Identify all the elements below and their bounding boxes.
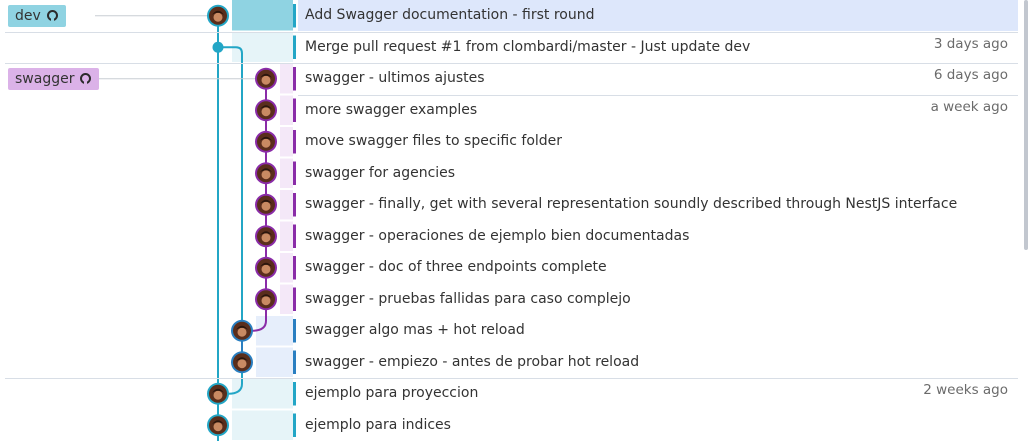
commit-date: 2 weeks ago — [923, 382, 1008, 398]
github-icon — [80, 73, 92, 85]
commit-message: move swagger files to specific folder — [305, 133, 563, 149]
row-divider — [5, 63, 1018, 64]
commit-message: swagger - doc of three endpoints complet… — [305, 259, 607, 275]
commit-message: swagger - finally, get with several repr… — [305, 196, 958, 212]
commit-message: more swagger examples — [305, 101, 478, 118]
commit-list: Add Swagger documentation - first round M… — [0, 0, 1028, 441]
commit-row[interactable]: swagger for agencies — [0, 158, 1028, 189]
commit-date: 6 days ago — [933, 67, 1008, 83]
commit-message: ejemplo para indices — [305, 416, 451, 433]
branch-tag-label: swagger — [15, 70, 75, 87]
commit-row[interactable]: swagger - operaciones de ejemplo bien do… — [0, 221, 1028, 252]
commit-row[interactable]: swagger - pruebas fallidas para caso com… — [0, 284, 1028, 315]
commit-row[interactable]: swagger algo mas + hot reload — [0, 315, 1028, 346]
vertical-scrollbar[interactable] — [1024, 0, 1028, 250]
commit-message: swagger algo mas + hot reload — [305, 322, 525, 338]
commit-row[interactable]: move swagger files to specific folder — [0, 126, 1028, 157]
commit-row[interactable]: Merge pull request #1 from clombardi/mas… — [0, 32, 1028, 63]
branch-tag[interactable]: swagger — [8, 67, 100, 90]
commit-row[interactable]: swagger - doc of three endpoints complet… — [0, 252, 1028, 283]
row-divider — [5, 31, 1018, 33]
commit-message: swagger for agencies — [305, 164, 456, 181]
branch-tag-label: dev — [15, 7, 41, 24]
commit-row[interactable]: Add Swagger documentation - first round — [0, 0, 1028, 31]
commit-date: a week ago — [930, 98, 1008, 115]
commit-date: 3 days ago — [933, 35, 1008, 52]
commit-message: swagger - ultimos ajustes — [305, 70, 485, 86]
github-icon — [46, 10, 58, 22]
commit-message: swagger - empiezo - antes de probar hot … — [305, 353, 640, 370]
commit-message: Add Swagger documentation - first round — [305, 7, 595, 23]
commit-row[interactable]: more swagger examples a week ago — [0, 95, 1028, 126]
commit-row[interactable]: swagger - finally, get with several repr… — [0, 189, 1028, 220]
commit-row[interactable]: swagger - ultimos ajustes 6 days ago — [0, 63, 1028, 94]
commit-message: swagger - pruebas fallidas para caso com… — [305, 290, 631, 307]
commit-message: swagger - operaciones de ejemplo bien do… — [305, 227, 690, 244]
commit-message: Merge pull request #1 from clombardi/mas… — [305, 38, 751, 55]
row-divider — [5, 378, 1018, 379]
commit-message: ejemplo para proyeccion — [305, 385, 479, 401]
commit-row[interactable]: ejemplo para proyeccion 2 weeks ago — [0, 378, 1028, 409]
commit-row[interactable]: swagger - empiezo - antes de probar hot … — [0, 347, 1028, 378]
branch-tag[interactable]: dev — [8, 4, 66, 27]
commit-row[interactable]: ejemplo para indices — [0, 410, 1028, 441]
row-divider — [298, 94, 1018, 96]
